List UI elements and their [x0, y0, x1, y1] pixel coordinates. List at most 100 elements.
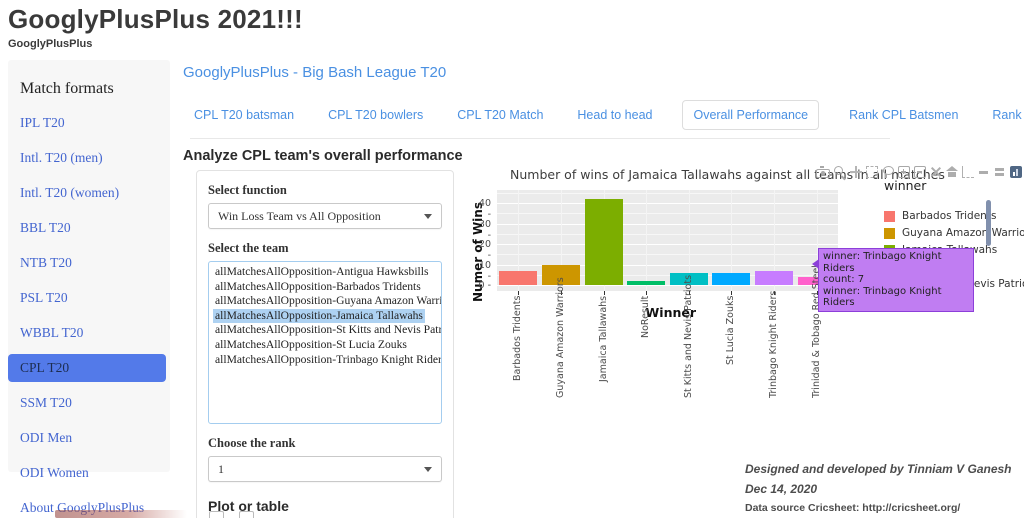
sidebar-item-ssm-t20[interactable]: SSM T20: [8, 389, 170, 417]
y-tick-label: 0 -: [473, 280, 491, 291]
plot-area: [497, 190, 838, 291]
footer-date: Dec 14, 2020: [745, 482, 1012, 496]
camera-icon[interactable]: [816, 169, 830, 178]
x-tick-mark: [731, 291, 732, 295]
gridline-major: [497, 203, 838, 204]
legend-label: Barbados Tridents: [902, 210, 996, 222]
team-option[interactable]: allMatchesAllOpposition-Trinbago Knight …: [213, 353, 442, 368]
team-option[interactable]: allMatchesAllOpposition-Barbados Trident…: [213, 280, 423, 295]
tab-cpl-t20-batsman[interactable]: CPL T20 batsman: [190, 101, 298, 129]
team-listbox[interactable]: allMatchesAllOpposition-Antigua Hawksbil…: [208, 261, 442, 424]
zoom-out-icon[interactable]: [914, 166, 926, 178]
x-tick-label: St Lucia Zouks: [724, 296, 738, 398]
pan-icon[interactable]: [850, 166, 862, 178]
sidebar-item-bbl-t20[interactable]: BBL T20: [8, 214, 170, 242]
app-subtitle: GooglyPlusPlus: [8, 38, 92, 50]
sidebar-heading: Match formats: [8, 60, 170, 102]
bar-trinbago-knight-riders[interactable]: [755, 271, 793, 285]
bar-barbados-tridents[interactable]: [499, 271, 537, 285]
hover-compare-icon[interactable]: [994, 166, 1006, 178]
footer: Designed and developed by Tinniam V Gane…: [745, 462, 1012, 514]
tooltip-arrow-icon: [812, 259, 819, 269]
legend-scrollbar[interactable]: [986, 200, 991, 246]
footer-source: Data source Cricsheet: http://cricsheet.…: [745, 502, 1012, 514]
sidebar-item-wbbl-t20[interactable]: WBBL T20: [8, 319, 170, 347]
sidebar-item-ntb-t20[interactable]: NTB T20: [8, 249, 170, 277]
magnifier-icon[interactable]: [834, 166, 846, 178]
team-option[interactable]: allMatchesAllOpposition-Jamaica Tallawah…: [213, 309, 425, 324]
team-option[interactable]: allMatchesAllOpposition-St Kitts and Nev…: [213, 323, 442, 338]
gridline-minor: [497, 213, 838, 214]
y-tick-label: 10 -: [473, 260, 491, 282]
plotly-modebar: [816, 166, 1022, 178]
sidebar-item-psl-t20[interactable]: PSL T20: [8, 284, 170, 312]
y-tick-label: 20 -: [473, 239, 491, 261]
box-select-icon[interactable]: [866, 166, 878, 178]
sidebar-item-ipl-t20[interactable]: IPL T20: [8, 109, 170, 137]
sidebar-item-odi-men[interactable]: ODI Men: [8, 424, 170, 452]
plotly-chart: Number of wins of Jamaica Tallawahs agai…: [480, 160, 1024, 410]
legend-label: Guyana Amazon Warriors: [902, 227, 1024, 239]
select-function-label: Select function: [208, 183, 453, 198]
checkbox-stub[interactable]: [239, 511, 254, 518]
hover-closest-icon[interactable]: [978, 166, 990, 178]
tab-overall-performance[interactable]: Overall Performance: [682, 100, 819, 130]
tooltip-line: winner: Trinbago Knight Riders: [823, 286, 969, 309]
tab-cpl-t20-match[interactable]: CPL T20 Match: [453, 101, 547, 129]
tab-head-to-head[interactable]: Head to head: [573, 101, 656, 129]
plotly-logo-icon[interactable]: [1010, 166, 1022, 178]
x-tick-label: Jamaica Tallawahs: [597, 296, 611, 398]
legend-item-guyana-amazon-warriors[interactable]: Guyana Amazon Warriors: [884, 227, 1024, 239]
sidebar-nav: IPL T20 Intl. T20 (men) Intl. T20 (women) B…: [8, 109, 170, 518]
legend-swatch: [884, 211, 895, 222]
rank-value: 1: [218, 462, 224, 476]
hover-tooltip: winner: Trinbago Knight Riderscount: 7wi…: [818, 248, 974, 312]
chevron-down-icon: [424, 214, 432, 219]
gridline-major: [497, 244, 838, 245]
sidebar-item-odi-women[interactable]: ODI Women: [8, 459, 170, 487]
screen-edge-artifact: [55, 510, 187, 518]
select-function-dropdown[interactable]: Win Loss Team vs All Opposition: [208, 203, 442, 229]
tab-bar: CPL T20 batsman CPL T20 bowlers CPL T20 Ma…: [190, 100, 890, 139]
y-tick-label: 40 -: [473, 198, 491, 220]
x-tick-mark: [518, 291, 519, 295]
sidebar-item-intl-t20-men-[interactable]: Intl. T20 (men): [8, 144, 170, 172]
autoscale-icon[interactable]: [930, 166, 942, 178]
x-tick-label: Trinbago Knight Riders: [767, 296, 781, 398]
tab-rank-cpl-batsmen[interactable]: Rank CPL Batsmen: [845, 101, 962, 129]
gridline-major: [497, 285, 838, 286]
app-window: GooglyPlusPlus 2021!!! GooglyPlusPlus Ma…: [0, 0, 1024, 518]
team-option[interactable]: allMatchesAllOpposition-St Lucia Zouks: [213, 338, 409, 353]
rank-dropdown[interactable]: 1: [208, 456, 442, 482]
spike-lines-icon[interactable]: [962, 166, 974, 178]
gridline-minor: [497, 254, 838, 255]
bar-noresult[interactable]: [627, 281, 665, 285]
tooltip-line: count: 7: [823, 274, 969, 286]
team-option[interactable]: allMatchesAllOpposition-Guyana Amazon Wa…: [213, 294, 442, 309]
zoom-in-icon[interactable]: [898, 166, 910, 178]
select-team-label: Select the team: [208, 241, 453, 256]
x-tick-mark: [646, 291, 647, 295]
x-tick-mark: [604, 291, 605, 295]
tab-cpl-t20-bowlers[interactable]: CPL T20 bowlers: [324, 101, 427, 129]
lasso-icon[interactable]: [882, 166, 894, 178]
sidebar-item-intl-t20-women-[interactable]: Intl. T20 (women): [8, 179, 170, 207]
tooltip-line: winner: Trinbago Knight Riders: [823, 251, 969, 274]
section-heading: Analyze CPL team's overall performance: [183, 148, 463, 164]
tab-rank-cpl-bowlers[interactable]: Rank CPL Bowlers: [988, 101, 1024, 129]
legend-item-barbados-tridents[interactable]: Barbados Tridents: [884, 210, 996, 222]
home-icon[interactable]: [946, 166, 958, 178]
app-title: GooglyPlusPlus 2021!!!: [8, 4, 303, 35]
chevron-down-icon: [424, 467, 432, 472]
footer-credit: Designed and developed by Tinniam V Gane…: [745, 462, 1012, 476]
gridline-vertical: [646, 190, 647, 291]
legend-swatch: [884, 228, 895, 239]
team-option[interactable]: allMatchesAllOpposition-Antigua Hawksbil…: [213, 265, 431, 280]
bar-st-lucia-zouks[interactable]: [712, 273, 750, 285]
gridline-minor: [497, 234, 838, 235]
bar-jamaica-tallawahs[interactable]: [585, 199, 623, 285]
x-tick-label: Guyana Amazon Warriors: [554, 296, 568, 398]
checkbox-stub[interactable]: [209, 511, 224, 518]
sidebar-item-cpl-t20[interactable]: CPL T20: [8, 354, 166, 382]
x-tick-label: NoResult: [639, 296, 653, 398]
